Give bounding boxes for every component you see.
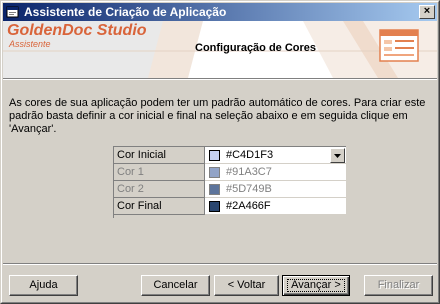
page-title: Configuração de Cores — [195, 42, 317, 54]
color-row-initial[interactable]: Cor Inicial #C4D1F3 — [114, 147, 346, 164]
finish-button[interactable]: Finalizar — [364, 275, 433, 296]
cancel-button[interactable]: Cancelar — [141, 275, 210, 296]
color-label: Cor Inicial — [114, 147, 205, 164]
color-window-icon — [379, 29, 419, 62]
close-icon: × — [423, 5, 431, 17]
help-button[interactable]: Ajuda — [9, 275, 78, 296]
close-button[interactable]: × — [419, 5, 435, 19]
color-swatch — [209, 184, 220, 195]
app-icon — [6, 6, 19, 18]
logo-text: GoldenDoc Studio — [7, 22, 147, 39]
color-hex: #5D749B — [226, 183, 272, 195]
focus-rect — [287, 279, 345, 292]
color-hex: #C4D1F3 — [226, 149, 274, 161]
color-swatch — [209, 150, 220, 161]
wizard-header: GoldenDoc Studio Assistente Configuração… — [3, 21, 437, 78]
color-value-cell[interactable]: #C4D1F3 — [205, 147, 346, 164]
color-row-1[interactable]: Cor 1 #91A3C7 — [114, 164, 346, 181]
color-value-cell[interactable]: #5D749B — [205, 181, 346, 198]
back-button[interactable]: < Voltar — [214, 275, 279, 296]
color-label: Cor 2 — [114, 181, 205, 198]
color-hex: #91A3C7 — [226, 166, 272, 178]
window-title: Assistente de Criação de Aplicação — [24, 5, 227, 19]
color-dropdown-button[interactable] — [330, 148, 345, 163]
color-value-cell[interactable]: #91A3C7 — [205, 164, 346, 181]
color-row-2[interactable]: Cor 2 #5D749B — [114, 181, 346, 198]
color-row-final[interactable]: Cor Final #2A466F — [114, 198, 346, 215]
color-swatch — [209, 167, 220, 178]
chevron-down-icon — [334, 154, 341, 158]
header-divider — [3, 78, 437, 80]
description-text: As cores de sua aplicação podem ter um p… — [9, 97, 426, 135]
next-button[interactable]: Avançar > — [282, 275, 350, 296]
color-hex: #2A466F — [226, 200, 271, 212]
logo-subtitle: Assistente — [9, 39, 51, 49]
color-swatch — [209, 201, 220, 212]
color-value-cell[interactable]: #2A466F — [205, 198, 346, 215]
title-bar[interactable]: Assistente de Criação de Aplicação × — [3, 3, 437, 21]
footer-divider — [3, 263, 437, 265]
color-grid[interactable]: Cor Inicial #C4D1F3 Cor 1 #91A3C7 Cor 2 — [113, 146, 346, 218]
wizard-window: Assistente de Criação de Aplicação × Gol… — [0, 0, 440, 304]
color-label: Cor Final — [114, 198, 205, 215]
color-label: Cor 1 — [114, 164, 205, 181]
